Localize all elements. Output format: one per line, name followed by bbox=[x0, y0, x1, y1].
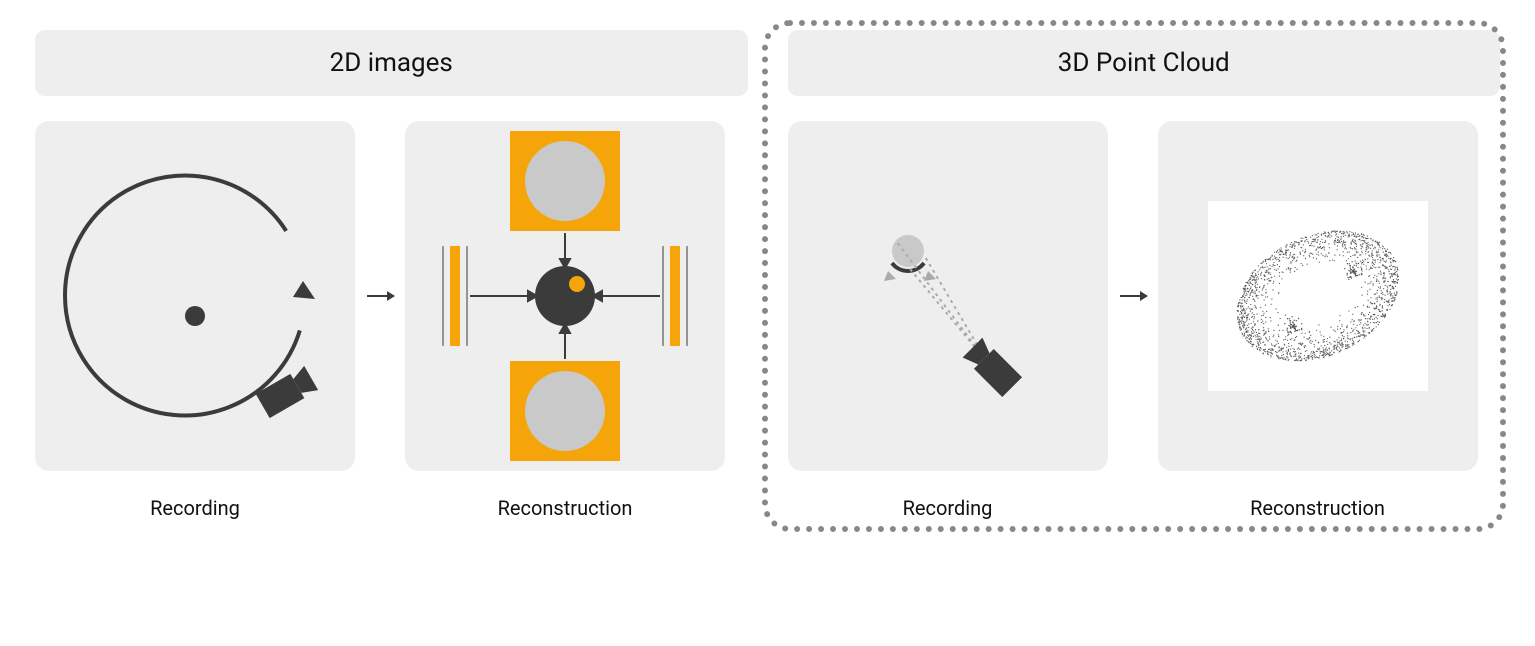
recording-3d-illustration bbox=[788, 121, 1108, 471]
panel-2d-recording bbox=[35, 121, 355, 471]
caption-2d-recording: Recording bbox=[35, 496, 355, 520]
arrow-right-icon bbox=[365, 286, 395, 306]
recording-2d-illustration bbox=[35, 121, 355, 471]
caption-row-left: Recording Reconstruction bbox=[35, 496, 748, 520]
section-title-left: 2D images bbox=[35, 30, 748, 96]
panel-2d-reconstruction bbox=[405, 121, 725, 471]
reconstruction-3d-illustration bbox=[1158, 121, 1478, 471]
panel-3d-recording bbox=[788, 121, 1108, 471]
arrow-between-right bbox=[1118, 286, 1148, 306]
diagram-container: 2D images bbox=[0, 0, 1535, 550]
caption-3d-recording: Recording bbox=[788, 496, 1108, 520]
caption-2d-reconstruction: Reconstruction bbox=[405, 496, 725, 520]
panels-row-right bbox=[788, 121, 1501, 471]
panel-3d-reconstruction bbox=[1158, 121, 1478, 471]
caption-row-right: Recording Reconstruction bbox=[788, 496, 1501, 520]
arrow-right-icon bbox=[1118, 286, 1148, 306]
section-title-right: 3D Point Cloud bbox=[788, 30, 1501, 96]
panels-row-left bbox=[35, 121, 748, 471]
caption-3d-reconstruction: Reconstruction bbox=[1158, 496, 1478, 520]
reconstruction-2d-illustration bbox=[405, 121, 725, 471]
section-3d-point-cloud: 3D Point Cloud bbox=[788, 30, 1501, 520]
section-2d-images: 2D images bbox=[35, 30, 748, 520]
arrow-between-left bbox=[365, 286, 395, 306]
